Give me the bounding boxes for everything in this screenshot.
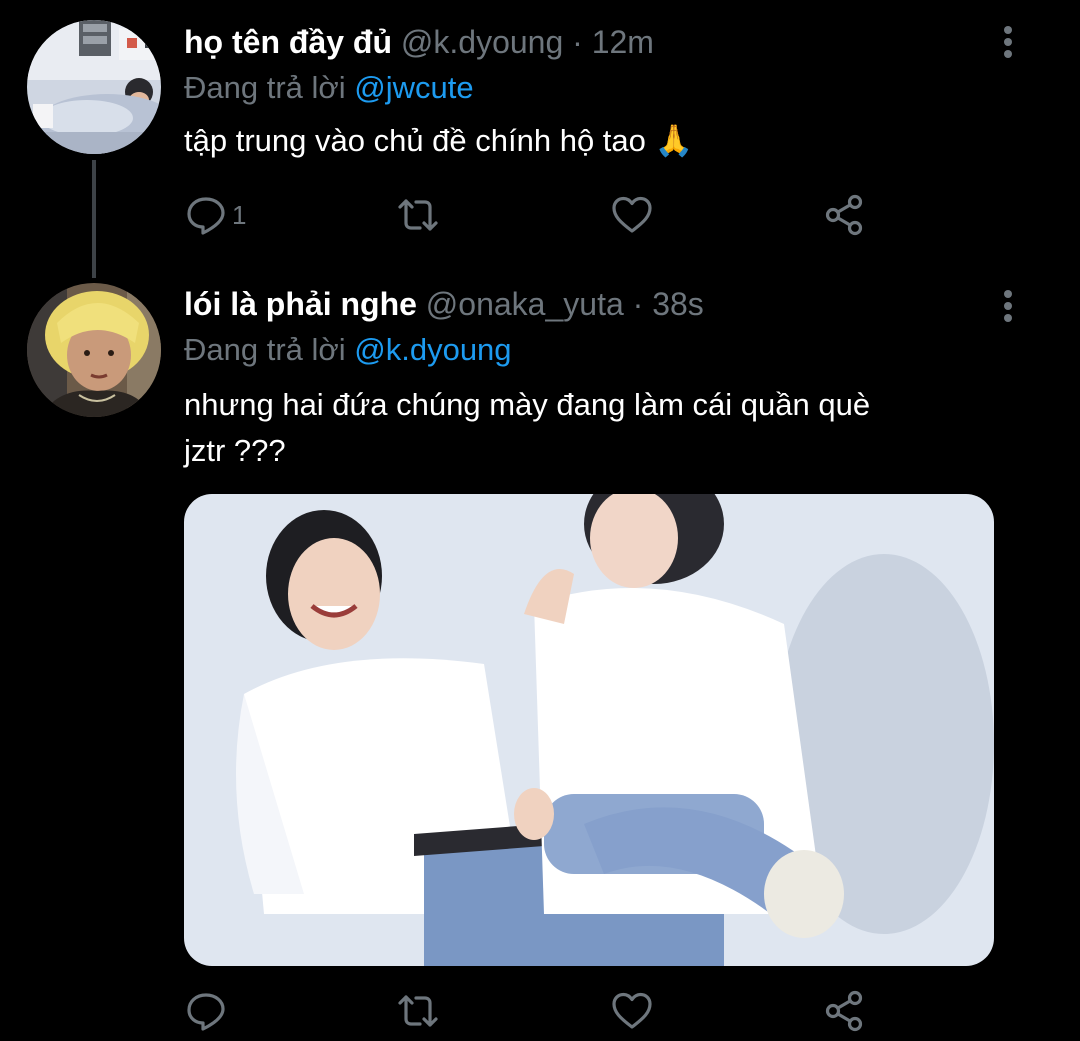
author-name[interactable]: lói là phải nghe [184, 286, 417, 322]
author-handle[interactable]: @onaka_yuta [426, 286, 624, 322]
avatar-photo-icon [27, 283, 161, 417]
tweet-text-line: jztr ??? [184, 433, 286, 468]
retweet-button[interactable] [396, 986, 440, 1036]
more-options-button[interactable] [992, 286, 1026, 326]
separator-dot: · [632, 286, 644, 322]
tweet-actions [184, 986, 884, 1036]
more-dot-icon [1004, 302, 1012, 310]
share-button[interactable] [822, 986, 866, 1036]
replying-to: Đang trả lời @k.dyoung [184, 330, 512, 370]
heart-icon [612, 992, 652, 1029]
photo-two-people-icon [184, 494, 994, 966]
reply-icon [187, 993, 225, 1031]
more-dot-icon [1004, 290, 1012, 298]
timestamp[interactable]: 38s [652, 286, 704, 322]
author-avatar[interactable] [27, 283, 161, 417]
tweet-2[interactable]: lói là phải nghe @onaka_yuta · 38s Đang … [0, 0, 1080, 1041]
tweet-text: nhưng hai đứa chúng mày đang làm cái quầ… [184, 382, 1004, 474]
tweet-header: lói là phải nghe @onaka_yuta · 38s [184, 284, 704, 324]
share-icon [825, 990, 863, 1032]
more-dot-icon [1004, 314, 1012, 322]
tweet-media-photo[interactable] [184, 494, 994, 966]
reply-button[interactable] [184, 986, 232, 1036]
tweet-text-line: nhưng hai đứa chúng mày đang làm cái quầ… [184, 387, 871, 422]
like-button[interactable] [610, 986, 654, 1036]
replying-to-mention[interactable]: @k.dyoung [354, 332, 511, 367]
retweet-icon [398, 995, 438, 1027]
replying-prefix: Đang trả lời [184, 332, 346, 367]
